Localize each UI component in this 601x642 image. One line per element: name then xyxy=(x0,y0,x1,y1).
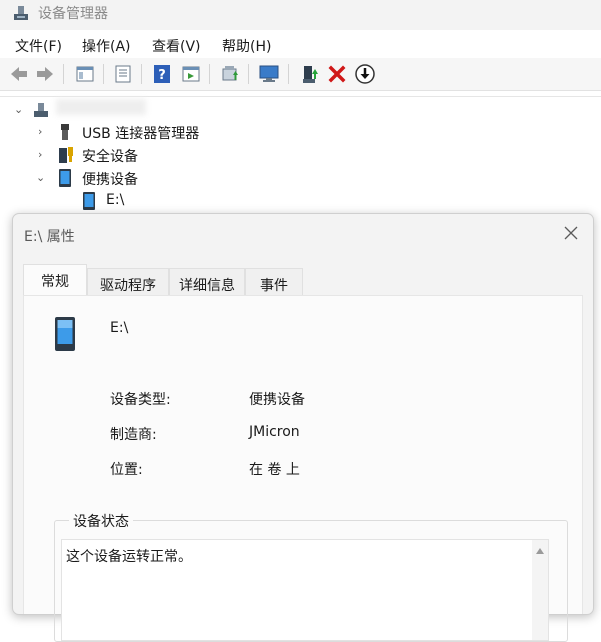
device-name: E:\ xyxy=(110,320,129,336)
enable-device-icon[interactable] xyxy=(299,63,321,85)
help-icon[interactable]: ? xyxy=(151,63,173,85)
location-value: 在 卷 上 xyxy=(249,462,300,478)
menu-file[interactable]: 文件(F) xyxy=(15,36,62,56)
tree-item-label: 安全设备 xyxy=(82,149,138,165)
device-status-title: 设备状态 xyxy=(69,511,133,531)
device-status-text: 这个设备运转正常。 xyxy=(66,549,192,565)
chevron-down-icon[interactable]: ⌄ xyxy=(14,103,23,116)
toolbar: ? xyxy=(0,58,601,91)
forward-arrow-icon[interactable] xyxy=(34,63,56,85)
tree-item-drive-e[interactable]: E:\ xyxy=(0,190,300,212)
device-tree: ⌄ › USB 连接器管理器 › 安全设备 ⌄ 便携设备 E:\ xyxy=(0,96,601,217)
device-type-value: 便携设备 xyxy=(249,392,305,408)
location-label: 位置: xyxy=(110,462,143,478)
general-tab-panel: E:\ 设备类型: 便携设备 制造商: JMicron 位置: 在 卷 上 设备… xyxy=(23,295,583,642)
tab-driver[interactable]: 驱动程序 xyxy=(87,268,169,296)
download-circle-icon[interactable] xyxy=(354,63,376,85)
security-key-icon xyxy=(59,147,73,163)
menu-bar: 文件(F) 操作(A) 查看(V) 帮助(H) xyxy=(0,30,601,58)
manufacturer-label: 制造商: xyxy=(110,427,157,443)
manufacturer-value: JMicron xyxy=(249,424,300,440)
usb-icon xyxy=(61,124,69,140)
tree-item-portable-devices[interactable]: ⌄ 便携设备 xyxy=(0,167,300,189)
tree-item-label: USB 连接器管理器 xyxy=(82,126,200,142)
view-icon[interactable] xyxy=(74,63,96,85)
properties-icon[interactable] xyxy=(112,63,134,85)
tree-item-label: E:\ xyxy=(106,192,125,208)
chevron-right-icon[interactable]: › xyxy=(38,148,42,161)
device-status-group: 设备状态 这个设备运转正常。 xyxy=(54,511,568,642)
portable-device-icon xyxy=(59,169,71,187)
root-label-redacted xyxy=(56,99,146,115)
device-type-label: 设备类型: xyxy=(110,392,171,408)
menu-view[interactable]: 查看(V) xyxy=(152,36,201,56)
tab-general[interactable]: 常规 xyxy=(23,264,87,297)
status-scrollbar[interactable] xyxy=(532,540,548,640)
svg-text:?: ? xyxy=(158,68,166,83)
tree-item-security-devices[interactable]: › 安全设备 xyxy=(0,144,300,166)
tree-item-label: 便携设备 xyxy=(82,172,138,188)
portable-device-icon xyxy=(83,192,95,210)
menu-help[interactable]: 帮助(H) xyxy=(222,36,271,56)
close-icon[interactable] xyxy=(563,225,579,241)
tree-root[interactable]: ⌄ xyxy=(0,99,300,121)
uninstall-x-icon[interactable] xyxy=(326,63,348,85)
monitor-scan-icon[interactable] xyxy=(258,63,280,85)
dialog-title: E:\ 属性 xyxy=(24,229,75,245)
tab-details[interactable]: 详细信息 xyxy=(169,268,245,296)
portable-device-icon xyxy=(55,317,75,351)
properties-dialog: E:\ 属性 常规 驱动程序 详细信息 事件 E:\ 设备类型: 便携设备 制造… xyxy=(12,213,594,642)
details-icon[interactable] xyxy=(180,63,202,85)
back-arrow-icon[interactable] xyxy=(8,63,30,85)
tree-item-usb-connector-manager[interactable]: › USB 连接器管理器 xyxy=(0,121,300,143)
device-manager-icon xyxy=(14,6,28,20)
device-status-textbox[interactable]: 这个设备运转正常。 xyxy=(61,539,549,641)
title-bar: 设备管理器 xyxy=(0,0,601,30)
tab-events[interactable]: 事件 xyxy=(245,268,303,296)
computer-icon xyxy=(34,103,48,117)
chevron-right-icon[interactable]: › xyxy=(38,125,42,138)
update-driver-icon[interactable] xyxy=(219,63,241,85)
menu-action[interactable]: 操作(A) xyxy=(82,36,131,56)
chevron-down-icon[interactable]: ⌄ xyxy=(36,171,45,184)
window-title: 设备管理器 xyxy=(38,6,108,22)
scroll-up-arrow-icon[interactable] xyxy=(536,548,544,554)
